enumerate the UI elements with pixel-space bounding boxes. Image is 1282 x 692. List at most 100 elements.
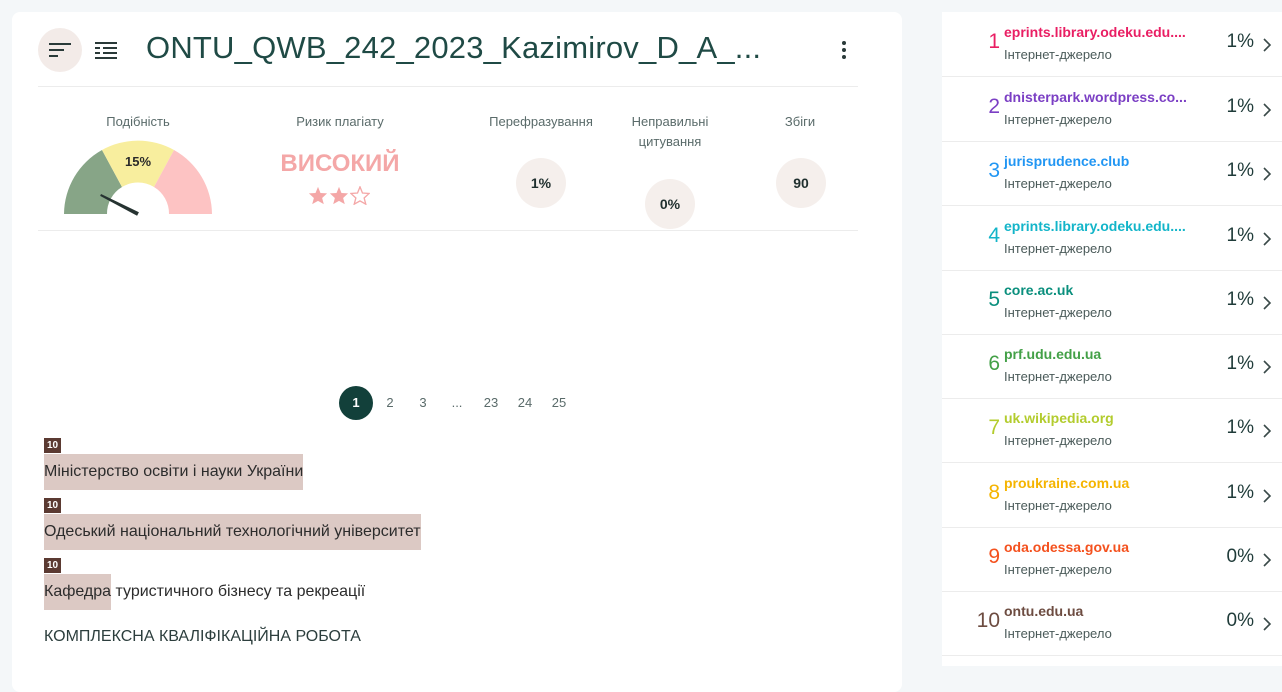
metrics-row: Подібність 15% Ризик плагіату ВИСОКИЙ Пе… xyxy=(38,100,858,231)
source-percent: 0% xyxy=(1226,546,1254,567)
source-item[interactable]: 2 dnisterpark.wordpress.co... Інтернет-д… xyxy=(942,77,1282,142)
page-23[interactable]: 23 xyxy=(479,386,503,420)
kebab-menu-icon xyxy=(842,41,846,59)
similarity-gauge xyxy=(64,140,212,216)
citations-label: Неправильні цитування xyxy=(631,114,709,149)
match-badge[interactable]: 10 xyxy=(44,438,61,453)
sort-icon xyxy=(49,43,71,57)
match-badge[interactable]: 10 xyxy=(44,558,61,573)
source-number: 10 xyxy=(976,609,1000,632)
source-item[interactable]: 8 proukraine.com.ua Інтернет-джерело 1% xyxy=(942,463,1282,528)
source-percent: 1% xyxy=(1226,417,1254,438)
similarity-value: 15% xyxy=(124,154,152,169)
source-number: 8 xyxy=(988,481,1000,504)
source-number: 7 xyxy=(988,416,1000,439)
chevron-right-icon xyxy=(1263,167,1272,181)
document-line: Міністерство освіти і науки України xyxy=(44,454,304,490)
paraphrase-label: Перефразування xyxy=(489,114,593,129)
matches-label: Збіги xyxy=(784,114,816,129)
source-type: Інтернет-джерело xyxy=(1004,626,1112,641)
source-percent: 1% xyxy=(1226,289,1254,310)
source-number: 9 xyxy=(988,545,1000,568)
citations-value[interactable]: 0% xyxy=(645,179,695,229)
source-type: Інтернет-джерело xyxy=(1004,305,1112,320)
risk-label: Ризик плагіату xyxy=(296,114,384,129)
page-24[interactable]: 24 xyxy=(513,386,537,420)
matches-value[interactable]: 90 xyxy=(776,158,826,208)
source-name[interactable]: ontu.edu.ua xyxy=(1004,603,1083,619)
source-name[interactable]: core.ac.uk xyxy=(1004,282,1073,298)
source-name[interactable]: eprints.library.odeku.edu.... xyxy=(1004,24,1186,40)
source-type: Інтернет-джерело xyxy=(1004,241,1112,256)
chevron-right-icon xyxy=(1263,553,1272,567)
page-1[interactable]: 1 xyxy=(339,386,373,420)
source-number: 4 xyxy=(988,224,1000,247)
sources-panel: 1 eprints.library.odeku.edu.... Інтернет… xyxy=(942,12,1282,666)
source-name[interactable]: jurisprudence.club xyxy=(1004,153,1129,169)
chevron-right-icon xyxy=(1263,296,1272,310)
chevron-right-icon xyxy=(1263,103,1272,117)
document-line: Кафедра туристичного бізнесу та рекреаці… xyxy=(44,574,365,610)
source-number: 1 xyxy=(988,30,1000,53)
page-2[interactable]: 2 xyxy=(380,386,400,420)
source-name[interactable]: dnisterpark.wordpress.co... xyxy=(1004,89,1187,105)
chevron-right-icon xyxy=(1263,360,1272,374)
source-item[interactable]: 1 eprints.library.odeku.edu.... Інтернет… xyxy=(942,12,1282,77)
highlighted-text[interactable]: Міністерство освіти і науки України xyxy=(44,454,304,490)
source-item[interactable]: 6 prf.udu.edu.ua Інтернет-джерело 1% xyxy=(942,334,1282,399)
chevron-right-icon xyxy=(1263,489,1272,503)
source-percent: 1% xyxy=(1226,482,1254,503)
more-options-button[interactable] xyxy=(834,38,854,62)
source-number: 6 xyxy=(988,352,1000,375)
sort-button[interactable] xyxy=(38,28,82,72)
source-item[interactable]: 4 eprints.library.odeku.edu.... Інтернет… xyxy=(942,206,1282,271)
page-ellipsis: ... xyxy=(451,395,463,410)
highlighted-text[interactable]: Одеський національний технологічний унів… xyxy=(44,514,421,550)
star-icon-filled xyxy=(308,186,328,205)
source-percent: 1% xyxy=(1226,31,1254,52)
list-view-button[interactable] xyxy=(84,28,128,72)
source-percent: 1% xyxy=(1226,225,1254,246)
source-name[interactable]: oda.odessa.gov.ua xyxy=(1004,539,1129,555)
source-type: Інтернет-джерело xyxy=(1004,369,1112,384)
source-item[interactable]: 9 oda.odessa.gov.ua Інтернет-джерело 0% xyxy=(942,527,1282,592)
chevron-right-icon xyxy=(1263,38,1272,52)
chevron-right-icon xyxy=(1263,232,1272,246)
page-3[interactable]: 3 xyxy=(413,386,433,420)
source-number: 5 xyxy=(988,288,1000,311)
source-type: Інтернет-джерело xyxy=(1004,498,1112,513)
source-number: 3 xyxy=(988,159,1000,182)
source-name[interactable]: eprints.library.odeku.edu.... xyxy=(1004,218,1186,234)
source-type: Інтернет-джерело xyxy=(1004,112,1112,127)
risk-value: ВИСОКИЙ xyxy=(280,150,400,177)
source-item[interactable]: 5 core.ac.uk Інтернет-джерело 1% xyxy=(942,270,1282,335)
paraphrase-value[interactable]: 1% xyxy=(516,158,566,208)
source-percent: 0% xyxy=(1226,610,1254,631)
source-name[interactable]: uk.wikipedia.org xyxy=(1004,410,1114,426)
star-icon-filled xyxy=(329,186,349,205)
source-type: Інтернет-джерело xyxy=(1004,47,1112,62)
document-title: ONTU_QWB_242_2023_Kazimirov_D_A_... xyxy=(146,30,762,65)
source-item[interactable]: 10 ontu.edu.ua Інтернет-джерело 0% xyxy=(942,591,1282,656)
star-icon-empty xyxy=(350,186,370,205)
chevron-right-icon xyxy=(1263,617,1272,631)
source-type: Інтернет-джерело xyxy=(1004,562,1112,577)
source-name[interactable]: prf.udu.edu.ua xyxy=(1004,346,1101,362)
highlighted-text[interactable]: Кафедра xyxy=(44,574,112,610)
report-header: ONTU_QWB_242_2023_Kazimirov_D_A_... xyxy=(38,28,858,87)
source-percent: 1% xyxy=(1226,96,1254,117)
source-name[interactable]: proukraine.com.ua xyxy=(1004,475,1129,491)
page-25[interactable]: 25 xyxy=(547,386,571,420)
similarity-label: Подібність xyxy=(106,114,170,129)
source-item[interactable]: 7 uk.wikipedia.org Інтернет-джерело 1% xyxy=(942,398,1282,463)
section-title: КОМПЛЕКСНА КВАЛІФІКАЦІЙНА РОБОТА xyxy=(44,628,361,645)
source-item[interactable]: 3 jurisprudence.club Інтернет-джерело 1% xyxy=(942,141,1282,206)
source-type: Інтернет-джерело xyxy=(1004,433,1112,448)
risk-stars xyxy=(308,186,372,206)
source-number: 2 xyxy=(988,95,1000,118)
chevron-right-icon xyxy=(1263,424,1272,438)
list-view-icon xyxy=(95,42,117,59)
match-badge[interactable]: 10 xyxy=(44,498,61,513)
source-type: Інтернет-джерело xyxy=(1004,176,1112,191)
plain-text: туристичного бізнесу та рекреації xyxy=(111,583,366,600)
